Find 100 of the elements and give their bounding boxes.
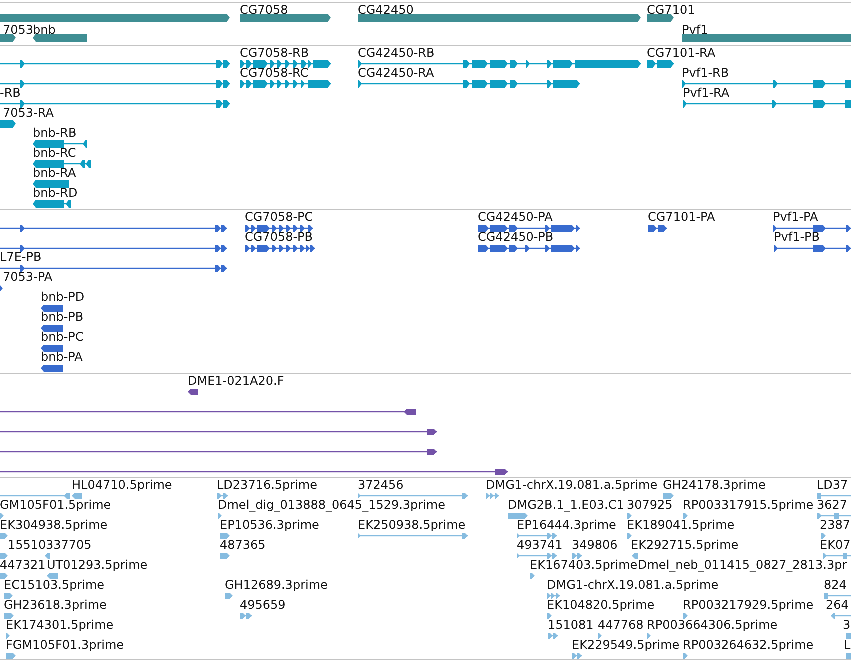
feature-glyph[interactable] xyxy=(0,429,437,435)
feature-glyph[interactable] xyxy=(245,224,313,232)
feature-glyph[interactable] xyxy=(0,469,508,475)
feature-label: 447321 xyxy=(0,558,46,572)
feature-label: EK304938.5prime xyxy=(0,518,108,532)
feature-label: Pvf1-RB xyxy=(682,66,730,80)
feature-label: RP003317915.5prime xyxy=(683,498,814,512)
feature-label: bnb-RA xyxy=(33,166,76,180)
feature-glyph[interactable] xyxy=(0,244,227,252)
feature-label: 824 xyxy=(824,578,847,592)
feature-label: RP003264632.5prime xyxy=(683,638,814,652)
feature-label: GH12689.3prime xyxy=(225,578,328,592)
feature-glyph[interactable] xyxy=(647,60,674,68)
feature-label: 495659 xyxy=(240,598,286,612)
feature-label: 349806 xyxy=(572,538,618,552)
feature-label: EP10536.3prime xyxy=(220,518,320,532)
feature-label: bnb-PD xyxy=(41,290,85,304)
feature-label: CG42450 xyxy=(358,3,414,17)
feature-label: Pvf1 xyxy=(682,23,708,37)
feature-glyph[interactable] xyxy=(0,449,437,455)
feature-glyph[interactable] xyxy=(0,409,416,415)
feature-glyph[interactable] xyxy=(648,224,667,232)
feature-label: L xyxy=(844,638,851,652)
feature-label: CG7058-RB xyxy=(240,46,310,60)
feature-glyph[interactable] xyxy=(41,364,63,372)
feature-glyph[interactable] xyxy=(0,224,227,232)
feature-label: bnb-RD xyxy=(33,186,78,200)
feature-glyph[interactable] xyxy=(0,264,227,272)
feature-label: CG7058-RC xyxy=(240,66,309,80)
feature-label: LD37 xyxy=(817,478,848,492)
feature-glyph[interactable] xyxy=(358,60,641,68)
feature-glyph[interactable] xyxy=(0,100,230,108)
feature-label: CG7058-PC xyxy=(245,210,314,224)
feature-label: Pvf1-PB xyxy=(774,230,820,244)
feature-glyph[interactable] xyxy=(41,324,63,332)
feature-glyph[interactable] xyxy=(478,224,580,232)
feature-glyph[interactable] xyxy=(478,244,580,252)
feature-label: DMG1-chrX.19.081.a.5prime xyxy=(547,578,719,592)
feature-label: EP16444.3prime xyxy=(517,518,616,532)
feature-label: DME1-021A20.F xyxy=(188,374,284,388)
feature-label: CG42450-PA xyxy=(478,210,553,224)
feature-glyph[interactable] xyxy=(33,200,71,208)
feature-glyph[interactable] xyxy=(188,389,198,395)
feature-glyph[interactable] xyxy=(33,180,69,188)
feature-label: 487365 xyxy=(220,538,266,552)
feature-label: 264 xyxy=(826,598,849,612)
feature-glyph[interactable] xyxy=(683,100,851,108)
feature-glyph[interactable] xyxy=(0,34,16,42)
feature-label: RP003664306.5prime xyxy=(647,618,778,632)
feature-label: EK292715.5prime xyxy=(631,538,739,552)
feature-glyph[interactable] xyxy=(41,304,63,312)
feature-glyph[interactable] xyxy=(41,344,63,352)
feature-label: FGM105F01.3prime xyxy=(6,638,124,652)
feature-glyph[interactable] xyxy=(682,80,851,88)
feature-label: 7053-RA xyxy=(3,106,54,120)
feature-label: GH23618.3prime xyxy=(4,598,107,612)
feature-label: EK229549.5prime xyxy=(572,638,680,652)
feature-label: CG7058-PB xyxy=(245,230,314,244)
feature-glyph[interactable] xyxy=(240,60,331,68)
feature-label: GM105F01.5prime xyxy=(0,498,112,512)
feature-glyph[interactable] xyxy=(647,14,674,22)
feature-label: 493741 xyxy=(517,538,563,552)
feature-label: CG7101-PA xyxy=(648,210,716,224)
feature-glyph[interactable] xyxy=(773,224,851,232)
feature-label: Pvf1-RA xyxy=(683,86,730,100)
feature-label: DMG2B.1_1.E03.C1 xyxy=(508,498,624,512)
feature-label: 7053 xyxy=(3,23,34,37)
feature-label: CG7101 xyxy=(647,3,696,17)
feature-label: bnb-RB xyxy=(33,126,77,140)
feature-label: bnb xyxy=(33,23,56,37)
feature-glyph[interactable] xyxy=(0,120,16,128)
feature-label: L7E-PB xyxy=(0,250,42,264)
feature-label: bnb-RC xyxy=(33,146,76,160)
feature-label: 337705 xyxy=(46,538,92,552)
feature-label: Pvf1-PA xyxy=(773,210,818,224)
feature-glyph[interactable] xyxy=(0,80,230,88)
feature-label: EK104820.5prime xyxy=(547,598,655,612)
feature-label: DMG1-chrX.19.081.a.5prime xyxy=(486,478,658,492)
feature-glyph[interactable] xyxy=(774,244,851,252)
feature-label: 307925 xyxy=(627,498,673,512)
feature-label: Dmel_dig_013888_0645_1529.3prime xyxy=(218,498,446,512)
feature-glyph[interactable] xyxy=(240,80,331,88)
feature-label: 15510 xyxy=(8,538,46,552)
feature-label: CG42450-PB xyxy=(478,230,554,244)
feature-glyph[interactable] xyxy=(0,60,230,68)
feature-label: Dmel_neb_011415_0827_2813.3pr xyxy=(638,558,848,572)
feature-glyph[interactable] xyxy=(33,160,91,168)
feature-glyph[interactable] xyxy=(33,140,87,148)
feature-label: RP003217929.5prime xyxy=(683,598,814,612)
feature-label: 2387 xyxy=(820,518,851,532)
feature-glyph[interactable] xyxy=(358,80,580,88)
feature-glyph[interactable] xyxy=(0,284,3,292)
feature-label: CG42450-RB xyxy=(358,46,435,60)
feature-label: EK174301.5prime xyxy=(6,618,114,632)
feature-label: -RB xyxy=(0,86,21,100)
feature-glyph[interactable] xyxy=(245,244,315,252)
feature-label: 151081 xyxy=(548,618,594,632)
feature-label: CG42450-RA xyxy=(358,66,434,80)
feature-label: EK07 xyxy=(820,538,851,552)
feature-glyph[interactable] xyxy=(33,34,87,42)
